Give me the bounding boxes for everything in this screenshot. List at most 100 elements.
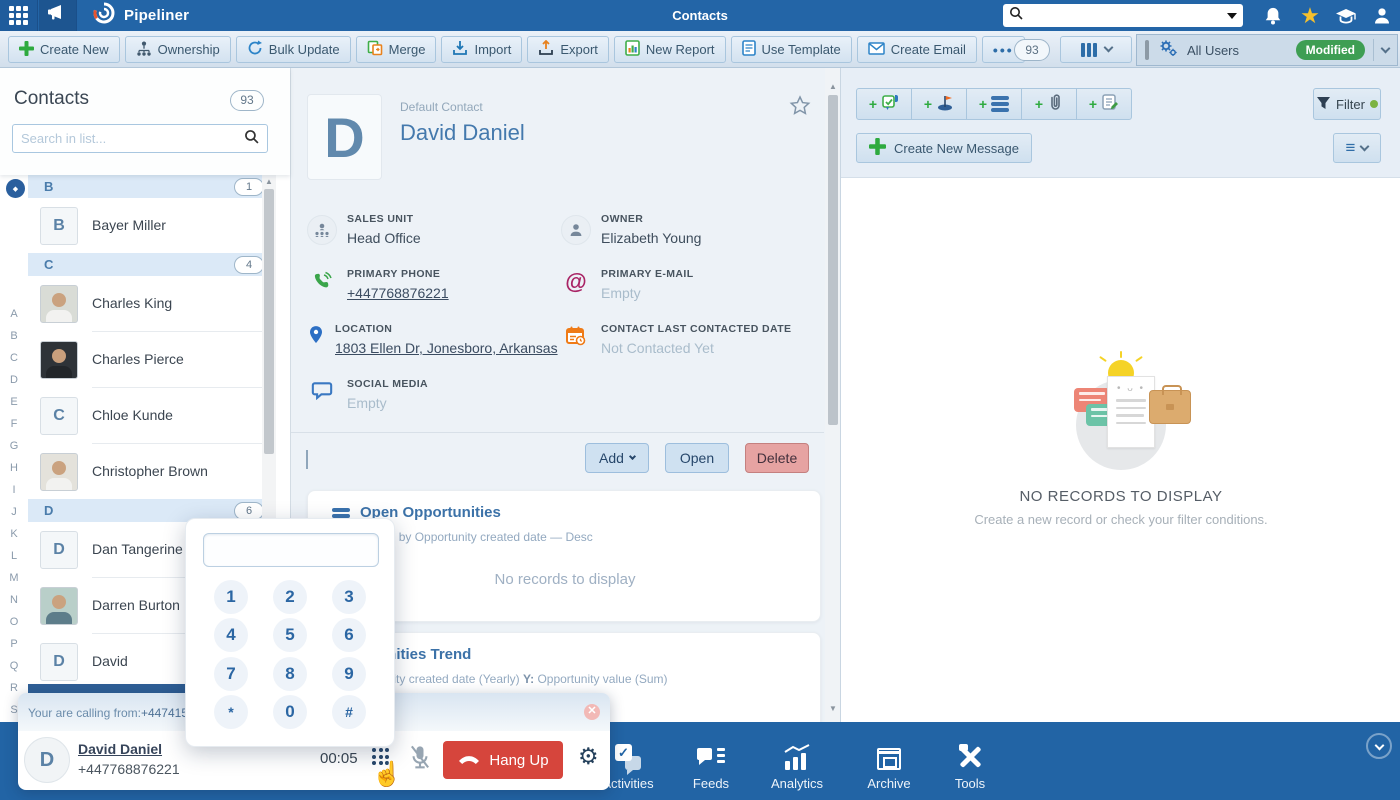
drag-handle[interactable] (1145, 40, 1149, 60)
app-logo[interactable]: Pipeliner (92, 0, 189, 31)
call-contact-name-link[interactable]: David Daniel (78, 741, 162, 757)
add-note-button[interactable]: + (1076, 88, 1132, 120)
dialpad-key-7[interactable]: 7 (214, 657, 248, 691)
list-item[interactable]: Charles Pierce (28, 332, 276, 387)
dialpad-key-1[interactable]: 1 (214, 580, 248, 614)
ownership-button[interactable]: Ownership (125, 36, 231, 63)
list-item[interactable]: B Bayer Miller (28, 198, 276, 253)
open-button[interactable]: Open (665, 443, 729, 473)
alphabet-letter[interactable]: H (0, 462, 28, 474)
mute-microphone-button[interactable] (408, 744, 432, 772)
create-new-button[interactable]: Create New (8, 36, 120, 63)
announcements-button[interactable] (39, 0, 77, 31)
alphabet-all-button[interactable]: ◆ (6, 179, 25, 198)
dialpad-key-6[interactable]: 6 (332, 618, 366, 652)
add-button[interactable]: Add (585, 443, 649, 473)
academy-graduation-cap-button[interactable] (1333, 3, 1359, 29)
export-button[interactable]: Export (527, 36, 609, 63)
alphabet-letter[interactable]: C (0, 352, 28, 364)
scrollbar-thumb[interactable] (828, 95, 838, 425)
search-scope-caret-icon[interactable] (1227, 13, 1237, 19)
use-template-button[interactable]: Use Template (731, 36, 852, 63)
collapse-nav-chevron-button[interactable] (1366, 733, 1392, 759)
alphabet-letter[interactable]: O (0, 616, 28, 628)
location-link[interactable]: 1803 Ellen Dr, Jonesboro, Arkansas (335, 340, 558, 356)
create-email-button[interactable]: Create Email (857, 36, 977, 63)
dialpad-input[interactable] (203, 533, 379, 567)
alphabet-letter[interactable]: Q (0, 660, 28, 672)
profile-selector[interactable]: All Users Modified (1136, 34, 1398, 66)
add-list-button[interactable]: + (966, 88, 1022, 120)
alphabet-letter[interactable]: G (0, 440, 28, 452)
envelope-icon (868, 42, 885, 58)
scroll-up-arrow[interactable]: ▲ (826, 82, 840, 91)
dialpad-key-0[interactable]: 0 (273, 695, 307, 729)
feed-view-menu-button[interactable]: ≡ (1333, 133, 1381, 163)
field-value: Not Contacted Yet (601, 340, 791, 356)
global-search-input[interactable] (1028, 7, 1222, 25)
merge-button[interactable]: Merge (356, 36, 437, 63)
scroll-up-arrow[interactable]: ▲ (262, 177, 276, 186)
add-button-label: Add (599, 450, 624, 466)
notifications-bell-button[interactable] (1260, 3, 1286, 29)
alphabet-letter[interactable]: I (0, 484, 28, 496)
list-search-box[interactable] (12, 124, 268, 153)
call-settings-gear-icon[interactable]: ⚙ (578, 745, 599, 768)
create-new-message-button[interactable]: Create New Message (856, 133, 1032, 163)
close-icon[interactable]: ✕ (584, 704, 600, 720)
alphabet-letter[interactable]: M (0, 572, 28, 584)
alphabet-letter[interactable]: L (0, 550, 28, 562)
filter-button[interactable]: Filter (1313, 88, 1381, 120)
list-item[interactable]: Charles King (28, 276, 276, 331)
list-search-input[interactable] (21, 131, 244, 146)
apps-grid-button[interactable] (0, 0, 38, 31)
nav-item-analytics[interactable]: Analytics (755, 736, 839, 791)
import-button[interactable]: Import (441, 36, 522, 63)
bulk-update-button[interactable]: Bulk Update (236, 36, 351, 63)
dialpad-key-9[interactable]: 9 (332, 657, 366, 691)
nav-item-feeds[interactable]: Feeds (669, 736, 753, 791)
alphabet-letter[interactable]: B (0, 330, 28, 342)
dialpad-key-5[interactable]: 5 (273, 618, 307, 652)
dialpad-key-star[interactable]: * (214, 695, 248, 729)
add-target-button[interactable]: + (911, 88, 967, 120)
view-columns-button[interactable] (1060, 36, 1132, 63)
alphabet-letter[interactable]: P (0, 638, 28, 650)
alphabet-letter[interactable]: F (0, 418, 28, 430)
alphabet-letter[interactable]: N (0, 594, 28, 606)
list-item[interactable]: C Chloe Kunde (28, 388, 276, 443)
dialpad-key-3[interactable]: 3 (332, 580, 366, 614)
tools-icon (957, 744, 983, 770)
dialpad-key-4[interactable]: 4 (214, 618, 248, 652)
scrollbar-thumb[interactable] (264, 189, 274, 454)
nav-item-tools[interactable]: Tools (928, 736, 1012, 791)
list-item[interactable]: Christopher Brown (28, 444, 276, 499)
scroll-down-arrow[interactable]: ▼ (826, 704, 840, 713)
alphabet-letter[interactable]: A (0, 308, 28, 320)
new-report-button[interactable]: New Report (614, 36, 726, 63)
profile-person-button[interactable] (1369, 3, 1395, 29)
alphabet-letter[interactable]: K (0, 528, 28, 540)
at-sign-icon: @ (561, 268, 591, 301)
add-attachment-button[interactable]: + (1021, 88, 1077, 120)
dialpad-key-8[interactable]: 8 (273, 657, 307, 691)
alphabet-letter[interactable]: J (0, 506, 28, 518)
favorite-star-button[interactable] (788, 94, 812, 118)
dialpad-key-hash[interactable]: # (332, 695, 366, 729)
global-search-box[interactable] (1003, 4, 1243, 27)
hang-up-button[interactable]: Hang Up (443, 741, 563, 779)
list-scrollbar[interactable]: ▲ (262, 175, 276, 575)
delete-button[interactable]: Delete (745, 443, 809, 473)
detail-scrollbar[interactable]: ▲ ▼ (825, 68, 840, 722)
collapse-chevron-up-icon[interactable] (303, 450, 319, 460)
add-task-button[interactable]: + (856, 88, 912, 120)
archive-icon (877, 748, 901, 770)
alphabet-letter[interactable]: D (0, 374, 28, 386)
alphabet-letter[interactable]: E (0, 396, 28, 408)
dialpad-key-2[interactable]: 2 (273, 580, 307, 614)
favorites-star-button[interactable]: ★ (1297, 3, 1323, 29)
chevron-down-icon[interactable] (1381, 43, 1391, 53)
nav-item-archive[interactable]: Archive (847, 736, 931, 791)
nav-label: Analytics (755, 776, 839, 791)
phone-link[interactable]: +447768876221 (347, 285, 449, 301)
